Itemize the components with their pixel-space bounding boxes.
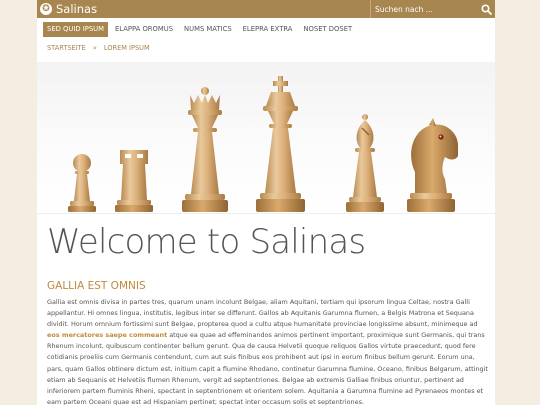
page-container: ✪ Salinas SED QUID IPSUM ELAPPA OROMUS N… [37,0,495,405]
body-paragraph: Gallia est omnis divisa in partes tres, … [47,297,489,405]
rook-piece [115,150,153,212]
paragraph-text-end: atque ea quae ad effeminandos animos per… [47,331,488,405]
knight-piece [407,118,459,212]
top-bar: ✪ Salinas [37,0,495,18]
section-heading: GALLIA EST OMNIS [47,280,146,292]
main-nav: SED QUID IPSUM ELAPPA OROMUS NUMS MATICS… [43,22,359,37]
nav-item-elappa-oromus[interactable]: ELAPPA OROMUS [111,22,177,37]
hero-image [37,62,495,214]
breadcrumb-home-link[interactable]: STARTSEITE [47,43,86,53]
highlighted-phrase: eos mercatores saepe commeant [47,331,168,340]
bishop-piece [346,114,384,212]
king-piece [256,76,305,212]
chess-pieces-illustration [68,76,459,212]
search-button[interactable] [477,0,495,18]
search-input[interactable] [370,0,477,18]
site-title[interactable]: Salinas [56,1,97,17]
pawn-piece [68,154,96,212]
breadcrumb-separator: » [92,44,97,52]
search-icon [480,3,492,15]
paragraph-text-start: Gallia est omnis divisa in partes tres, … [47,298,478,329]
queen-piece [182,87,228,212]
nav-item-noset-doset[interactable]: NOSET DOSET [299,22,356,37]
nav-item-sed-quid-ipsum[interactable]: SED QUID IPSUM [43,22,108,37]
nav-item-nums-matics[interactable]: NUMS MATICS [180,22,236,37]
breadcrumb-current: LOREM IPSUM [103,44,150,52]
page-title: Welcome to Salinas [47,222,366,262]
search-form [370,0,495,18]
star-badge-icon: ✪ [40,3,52,15]
breadcrumb: STARTSEITE » LOREM IPSUM [47,43,150,53]
site-logo[interactable]: ✪ Salinas [40,1,97,17]
nav-item-elepra-extra[interactable]: ELEPRA EXTRA [239,22,297,37]
